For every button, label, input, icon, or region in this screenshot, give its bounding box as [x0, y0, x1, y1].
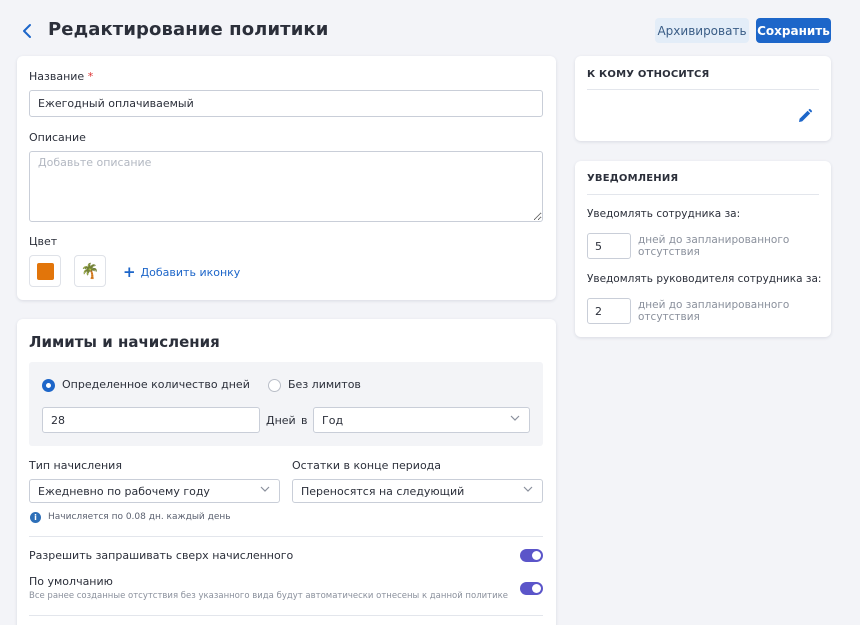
default-toggle[interactable]	[520, 582, 543, 595]
name-input[interactable]	[29, 90, 543, 117]
in-label: в	[301, 414, 308, 427]
accrual-info-text: Начисляется по 0.08 дн. каждый день	[48, 512, 231, 522]
page-title: Редактирование политики	[48, 19, 329, 40]
color-swatch	[37, 263, 54, 280]
archive-button[interactable]: Архивировать	[655, 18, 749, 43]
remainder-value: Переносятся на следующий	[301, 484, 465, 498]
days-count-input[interactable]	[42, 407, 260, 433]
applies-to-title: К КОМУ ОТНОСИТСЯ	[587, 69, 710, 80]
default-label: По умолчанию	[29, 575, 113, 588]
manager-notify-label: Уведомлять руководителя сотрудника за:	[587, 273, 822, 285]
days-label: Дней	[266, 414, 296, 427]
color-picker-button[interactable]	[29, 255, 61, 287]
applies-to-card: К КОМУ ОТНОСИТСЯ	[575, 56, 831, 141]
divider	[587, 194, 819, 195]
accrual-type-value: Ежедневно по рабочему году	[38, 484, 210, 498]
save-button[interactable]: Сохранить	[756, 18, 831, 43]
radio-unlimited[interactable]	[268, 379, 281, 392]
required-mark: *	[87, 70, 94, 83]
allow-over-label: Разрешить запрашивать сверх начисленного	[29, 549, 294, 562]
manager-days-hint: дней до запланированного отсутствия	[638, 299, 790, 323]
palm-tree-icon[interactable]: 🌴	[74, 255, 106, 287]
chevron-down-icon	[260, 486, 270, 492]
manager-days-input[interactable]	[587, 298, 631, 324]
plus-icon: +	[123, 263, 136, 281]
color-label: Цвет	[29, 235, 58, 248]
chevron-down-icon	[523, 486, 533, 492]
description-label: Описание	[29, 131, 86, 144]
general-card: Название * Описание Цвет 🌴 +Добавить ико…	[17, 56, 556, 300]
limits-title: Лимиты и начисления	[29, 333, 220, 351]
accrual-type-label: Тип начисления	[29, 459, 122, 472]
remainder-label: Остатки в конце периода	[292, 459, 442, 472]
limits-card: Лимиты и начисления Определенное количес…	[17, 319, 556, 625]
name-label: Название *	[29, 70, 94, 83]
info-icon: i	[30, 512, 41, 523]
chevron-down-icon	[510, 415, 520, 421]
limit-type-box: Определенное количество дней Без лимитов…	[29, 362, 543, 446]
period-select[interactable]: Год	[313, 407, 530, 433]
toggle-knob	[532, 584, 541, 593]
employee-days-input[interactable]	[587, 233, 631, 259]
remainder-select[interactable]: Переносятся на следующий	[292, 479, 543, 503]
add-icon-link[interactable]: + Добавить иконку	[123, 262, 240, 281]
toggle-knob	[532, 551, 541, 560]
divider	[29, 615, 543, 616]
option-fixed-label: Определенное количество дней	[62, 378, 250, 391]
employee-notify-label: Уведомлять сотрудника за:	[587, 208, 741, 220]
option-unlimited-label: Без лимитов	[288, 378, 361, 391]
default-hint: Все ранее созданные отсутствия без указа…	[29, 591, 508, 601]
divider	[587, 89, 819, 90]
accrual-type-select[interactable]: Ежедневно по рабочему году	[29, 479, 280, 503]
notifications-title: УВЕДОМЛЕНИЯ	[587, 173, 679, 184]
allow-over-toggle[interactable]	[520, 549, 543, 562]
radio-fixed-days[interactable]	[42, 379, 55, 392]
period-value: Год	[322, 413, 344, 427]
description-textarea[interactable]	[29, 151, 543, 222]
back-arrow-icon[interactable]	[18, 20, 38, 42]
edit-pencil-icon[interactable]	[797, 108, 813, 124]
divider	[29, 536, 543, 537]
notifications-card: УВЕДОМЛЕНИЯ Уведомлять сотрудника за: дн…	[575, 161, 831, 337]
employee-days-hint: дней до запланированного отсутствия	[638, 234, 790, 258]
